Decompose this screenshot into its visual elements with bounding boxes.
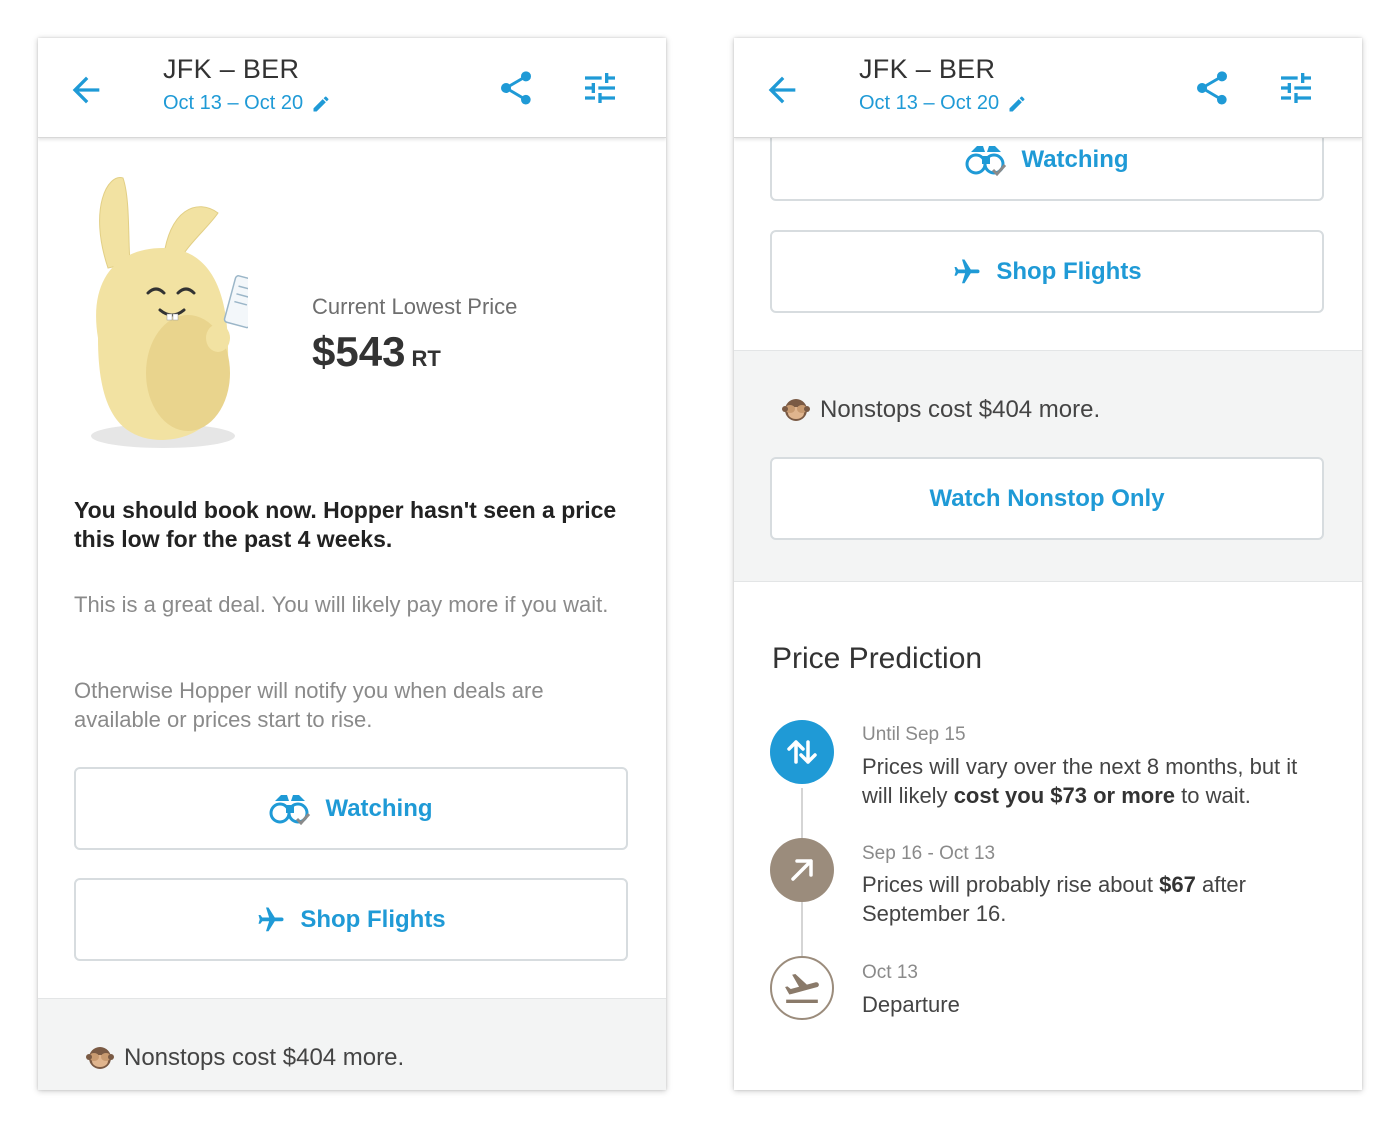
airplane-icon	[258, 907, 284, 931]
timeline-text: Prices will vary over the next 8 months,…	[862, 752, 1332, 810]
deal-explanation: This is a great deal. You will likely pa…	[74, 592, 609, 617]
share-icon[interactable]	[1192, 68, 1232, 108]
recommendation-headline: You should book now. Hopper hasn't seen …	[74, 497, 617, 552]
route-title: JFK – BER	[859, 54, 996, 84]
nonstop-info: Nonstops cost $404 more.	[86, 1044, 404, 1072]
timeline-text: Departure	[862, 990, 1332, 1019]
timeline-date: Until Sep 15	[862, 724, 966, 745]
nonstop-cost-text: Nonstops cost $404 more.	[820, 396, 1101, 423]
timeline-text-part: to wait.	[1175, 783, 1251, 808]
route-title: JFK – BER	[163, 54, 300, 84]
timeline-text-part: Departure	[862, 992, 960, 1017]
shop-flights-label: Shop Flights	[300, 905, 446, 933]
nonstop-info: Nonstops cost $404 more.	[782, 396, 1100, 424]
timeline-date: Oct 13	[862, 962, 918, 983]
watching-label: Watching	[325, 794, 433, 822]
bunny-mascot-illustration	[68, 168, 262, 458]
watching-button[interactable]: Watching	[74, 767, 628, 850]
price-suffix: RT	[411, 346, 441, 371]
share-icon[interactable]	[496, 68, 536, 108]
app-bar: JFK – BER Oct 13 – Oct 20	[38, 38, 666, 138]
price-label: Current Lowest Price	[312, 294, 518, 319]
filter-sliders-icon[interactable]	[580, 68, 620, 108]
nonstop-cost-text: Nonstops cost $404 more.	[124, 1044, 405, 1071]
current-price: $543 RT	[312, 328, 441, 376]
see-no-evil-monkey-icon	[86, 1047, 114, 1069]
back-arrow-icon[interactable]	[762, 70, 802, 110]
timeline-text-bold: cost you $73 or more	[953, 783, 1175, 808]
binoculars-check-icon	[269, 794, 311, 825]
timeline-text-bold: $67	[1159, 872, 1196, 897]
price-prediction-title: Price Prediction	[772, 642, 983, 675]
price-amount: $543	[312, 328, 406, 375]
notify-explanation: Otherwise Hopper will notify you when de…	[74, 678, 544, 732]
shop-flights-label: Shop Flights	[996, 257, 1142, 285]
watching-label: Watching	[1021, 145, 1129, 173]
trip-dates[interactable]: Oct 13 – Oct 20	[163, 92, 331, 115]
back-arrow-icon[interactable]	[66, 70, 106, 110]
airplane-icon	[954, 259, 980, 283]
see-no-evil-monkey-icon	[782, 399, 810, 421]
binoculars-check-icon	[965, 145, 1007, 176]
watch-nonstop-label: Watch Nonstop Only	[929, 484, 1165, 512]
edit-pencil-icon	[1009, 95, 1025, 111]
watch-nonstop-button[interactable]: Watch Nonstop Only	[770, 457, 1324, 540]
trip-dates[interactable]: Oct 13 – Oct 20	[859, 92, 1027, 115]
app-bar: JFK – BER Oct 13 – Oct 20	[734, 38, 1362, 138]
vary-arrows-icon	[770, 720, 834, 784]
trip-dates-label: Oct 13 – Oct 20	[163, 92, 304, 114]
edit-pencil-icon	[313, 95, 329, 111]
rise-arrow-icon	[770, 838, 834, 902]
departure-plane-icon	[770, 956, 834, 1020]
timeline-date: Sep 16 - Oct 13	[862, 843, 996, 864]
timeline-text: Prices will probably rise about $67 afte…	[862, 870, 1332, 928]
trip-dates-label: Oct 13 – Oct 20	[859, 92, 1000, 114]
filter-sliders-icon[interactable]	[1276, 68, 1316, 108]
shop-flights-button[interactable]: Shop Flights	[770, 230, 1324, 313]
right-screen: JFK – BER Oct 13 – Oct 20 Watching Shop …	[734, 38, 1362, 1090]
timeline-text-part: Prices will probably rise about	[862, 872, 1160, 897]
left-screen: JFK – BER Oct 13 – Oct 20 Current Lowest…	[38, 38, 666, 1090]
shop-flights-button[interactable]: Shop Flights	[74, 878, 628, 961]
